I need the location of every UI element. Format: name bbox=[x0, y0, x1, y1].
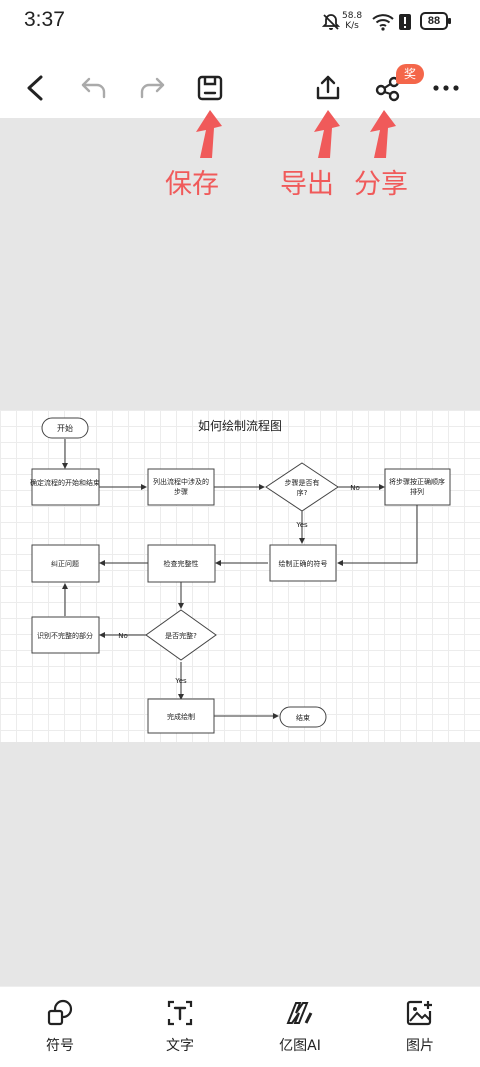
share-arrow bbox=[370, 110, 396, 158]
undo-icon bbox=[81, 77, 106, 99]
text-tool[interactable]: 文字 bbox=[140, 987, 220, 1067]
image-label: 图片 bbox=[406, 1038, 434, 1054]
no-label: No bbox=[350, 484, 360, 492]
net-speed-value: 58.8 bbox=[342, 11, 363, 21]
connector bbox=[337, 505, 418, 566]
net-speed-unit: K/s bbox=[345, 21, 359, 31]
status-bar: 3:37 58.8 K/s 88 bbox=[0, 0, 480, 46]
step2-label-line1: 列出流程中涉及的 bbox=[153, 477, 209, 486]
diagram-title: 如何绘制流程图 bbox=[198, 418, 282, 433]
image-tool[interactable]: 图片 bbox=[380, 987, 460, 1067]
flowchart: 如何绘制流程图 开始 确定流程的开始和结束 列出流程中涉及的 步骤 步骤是否有 … bbox=[30, 417, 451, 734]
annotation-arrows bbox=[196, 110, 396, 158]
add-image-icon bbox=[406, 1000, 432, 1026]
decision2-label: 是否完整? bbox=[165, 631, 197, 640]
step7-label: 识别不完整的部分 bbox=[37, 631, 93, 640]
start-label: 开始 bbox=[57, 423, 73, 433]
battery-indicator: 88 bbox=[420, 12, 451, 30]
process-node[interactable] bbox=[31, 468, 100, 506]
export-arrow bbox=[314, 110, 340, 158]
status-time: 3:37 bbox=[24, 8, 65, 31]
reward-badge[interactable]: 奖 bbox=[396, 64, 424, 84]
ai-tool[interactable]: 亿图AI bbox=[260, 987, 340, 1067]
step3-label-line2: 排列 bbox=[410, 487, 424, 496]
step2-label-line2: 步骤 bbox=[174, 487, 188, 496]
save-annotation: 保存 bbox=[165, 169, 219, 200]
decision-node[interactable] bbox=[265, 462, 339, 512]
bottom-toolbar: 符号 文字 亿图AI 图片 bbox=[0, 986, 480, 1067]
end-label: 结束 bbox=[296, 713, 310, 722]
ai-label: 亿图AI bbox=[279, 1038, 321, 1054]
step3-label-line1: 将步骤按正确顺序 bbox=[389, 477, 445, 486]
step5-label: 检查完整性 bbox=[164, 559, 199, 568]
share-annotation: 分享 bbox=[354, 169, 408, 200]
text-icon bbox=[167, 1000, 193, 1026]
decision1-label-line1: 步骤是否有 bbox=[285, 478, 320, 487]
ai-logo-icon bbox=[286, 1002, 313, 1024]
more-icon bbox=[433, 85, 459, 91]
step8-label: 完成绘制 bbox=[167, 712, 195, 721]
alert-icon bbox=[399, 13, 411, 35]
yes-label: Yes bbox=[295, 521, 308, 529]
export-annotation: 导出 bbox=[280, 169, 334, 200]
symbol-label: 符号 bbox=[46, 1038, 74, 1054]
flowchart-page[interactable]: 如何绘制流程图 开始 确定流程的开始和结束 列出流程中涉及的 步骤 步骤是否有 … bbox=[0, 410, 480, 742]
back-icon bbox=[27, 75, 43, 101]
step6-label: 纠正问题 bbox=[51, 560, 79, 568]
redo-icon bbox=[140, 77, 165, 99]
text-label: 文字 bbox=[166, 1038, 194, 1054]
export-icon bbox=[316, 75, 340, 100]
yes-label: Yes bbox=[174, 677, 187, 685]
wifi-icon bbox=[372, 13, 394, 35]
process-node[interactable] bbox=[147, 468, 215, 506]
save-icon bbox=[197, 75, 223, 101]
step4-label: 绘制正确的符号 bbox=[279, 559, 328, 568]
decision1-label-line2: 序? bbox=[297, 488, 308, 497]
step1-label: 确定流程的开始和结束 bbox=[30, 478, 100, 487]
net-speed: 58.8 K/s bbox=[342, 11, 362, 31]
process-node[interactable] bbox=[384, 468, 451, 506]
no-label: No bbox=[118, 632, 128, 640]
mute-icon bbox=[321, 13, 341, 35]
save-arrow bbox=[196, 110, 222, 158]
shapes-icon bbox=[47, 999, 73, 1026]
symbol-tool[interactable]: 符号 bbox=[20, 987, 100, 1067]
